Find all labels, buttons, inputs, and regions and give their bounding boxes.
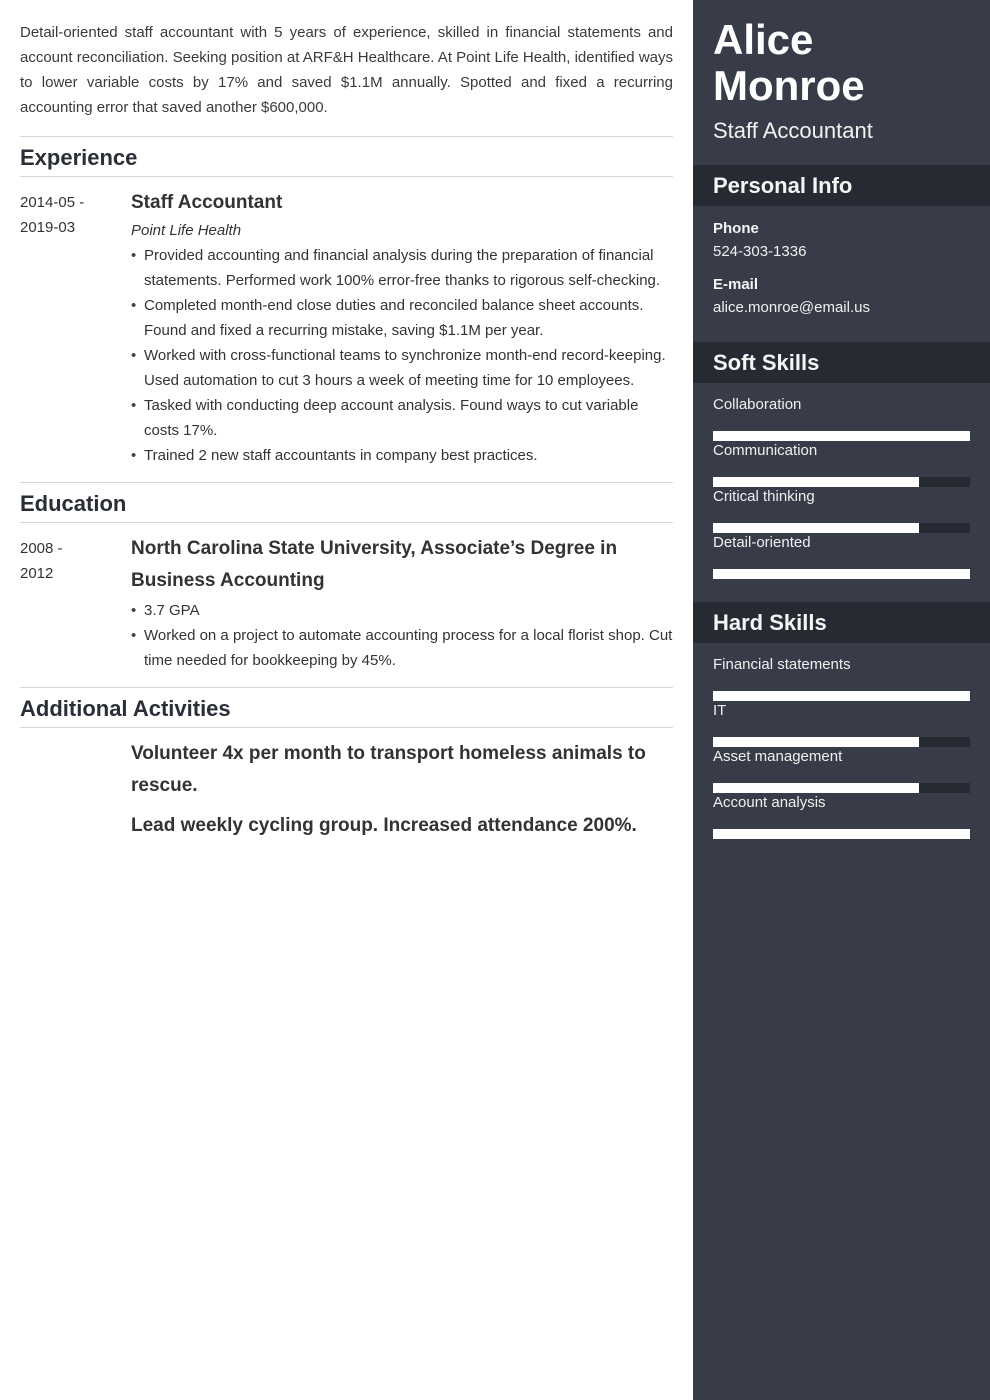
company-name: Point Life Health [131, 222, 242, 239]
experience-entry: 2014-05 - 2019-03 Staff Accountant Point… [20, 177, 673, 482]
skill-bar-fill [713, 737, 919, 747]
date-end: 2012 [20, 565, 54, 582]
skill-name: Financial statements [713, 656, 851, 673]
activity-item: Lead weekly cycling group. Increased att… [131, 815, 637, 836]
education-heading: Education [20, 482, 673, 523]
bullet-item: Provided accounting and financial analys… [131, 243, 673, 293]
phone-value: 524-303-1336 [713, 243, 807, 260]
experience-heading: Experience [20, 136, 673, 177]
skill-bar [713, 783, 970, 793]
education-bullets: 3.7 GPA Worked on a project to automate … [131, 598, 673, 673]
skill-bar [713, 569, 970, 579]
activities-heading: Additional Activities [20, 687, 673, 728]
date-start: 2008 - [20, 540, 63, 557]
skill-name: Critical thinking [713, 488, 815, 505]
soft-skills-list: Collaboration Communication Critical thi… [693, 383, 990, 602]
skill-name: IT [713, 702, 727, 719]
skill-item: Account analysis [713, 793, 970, 839]
skill-bar-fill [713, 691, 970, 701]
activity-item: Volunteer 4x per month to transport home… [131, 743, 646, 796]
candidate-role: Staff Accountant [713, 118, 873, 143]
bullet-item: Trained 2 new staff accountants in compa… [131, 443, 673, 468]
skill-bar [713, 431, 970, 441]
skill-name: Asset management [713, 748, 843, 765]
experience-body: Staff Accountant Point Life Health Provi… [131, 190, 673, 482]
education-dates: 2008 - 2012 [20, 536, 131, 687]
skill-item: Financial statements [713, 655, 970, 701]
candidate-name: Alice Monroe [713, 16, 865, 109]
skill-item: Asset management [713, 747, 970, 793]
skill-item: Detail-oriented [713, 533, 970, 579]
education-entry: 2008 - 2012 North Carolina State Univers… [20, 523, 673, 687]
skill-bar-fill [713, 477, 919, 487]
personal-info: Phone 524-303-1336 E-mail alice.monroe@e… [693, 206, 990, 342]
skill-item: IT [713, 701, 970, 747]
skill-bar-fill [713, 829, 970, 839]
skill-name: Communication [713, 442, 818, 459]
skill-name: Collaboration [713, 396, 802, 413]
main-column: Detail-oriented staff accountant with 5 … [0, 0, 693, 1400]
skill-item: Collaboration [713, 395, 970, 441]
skill-bar-fill [713, 523, 919, 533]
bullet-item: Tasked with conducting deep account anal… [131, 393, 673, 443]
personal-info-heading: Personal Info [693, 165, 990, 206]
sidebar: Alice Monroe Staff Accountant Personal I… [693, 0, 990, 1400]
skill-bar [713, 691, 970, 701]
experience-bullets: Provided accounting and financial analys… [131, 243, 673, 468]
bullet-item: Worked with cross-functional teams to sy… [131, 343, 673, 393]
skill-item: Critical thinking [713, 487, 970, 533]
skill-bar [713, 737, 970, 747]
skill-bar-fill [713, 569, 970, 579]
email-label: E-mail [713, 276, 759, 293]
summary-text: Detail-oriented staff accountant with 5 … [20, 24, 673, 116]
bullet-item: Completed month-end close duties and rec… [131, 293, 673, 343]
skill-bar-fill [713, 431, 970, 441]
date-end: 2019-03 [20, 219, 76, 236]
education-body: North Carolina State University, Associa… [131, 536, 673, 687]
experience-dates: 2014-05 - 2019-03 [20, 190, 131, 482]
job-title: Staff Accountant [131, 192, 283, 213]
skill-item: Communication [713, 441, 970, 487]
skill-bar [713, 829, 970, 839]
soft-skills-heading: Soft Skills [693, 342, 990, 383]
skill-name: Detail-oriented [713, 534, 811, 551]
hard-skills-list: Financial statements IT Asset management… [693, 643, 990, 862]
skill-name: Account analysis [713, 794, 826, 811]
phone-label: Phone [713, 220, 759, 237]
hard-skills-heading: Hard Skills [693, 602, 990, 643]
skill-bar [713, 477, 970, 487]
degree-title: North Carolina State University, Associa… [131, 538, 618, 591]
date-start: 2014-05 - [20, 194, 85, 211]
skill-bar [713, 523, 970, 533]
skill-bar-fill [713, 783, 919, 793]
bullet-item: 3.7 GPA [131, 598, 673, 623]
bullet-item: Worked on a project to automate accounti… [131, 623, 673, 673]
email-value: alice.monroe@email.us [713, 299, 870, 316]
activities-list: Volunteer 4x per month to transport home… [20, 728, 673, 842]
